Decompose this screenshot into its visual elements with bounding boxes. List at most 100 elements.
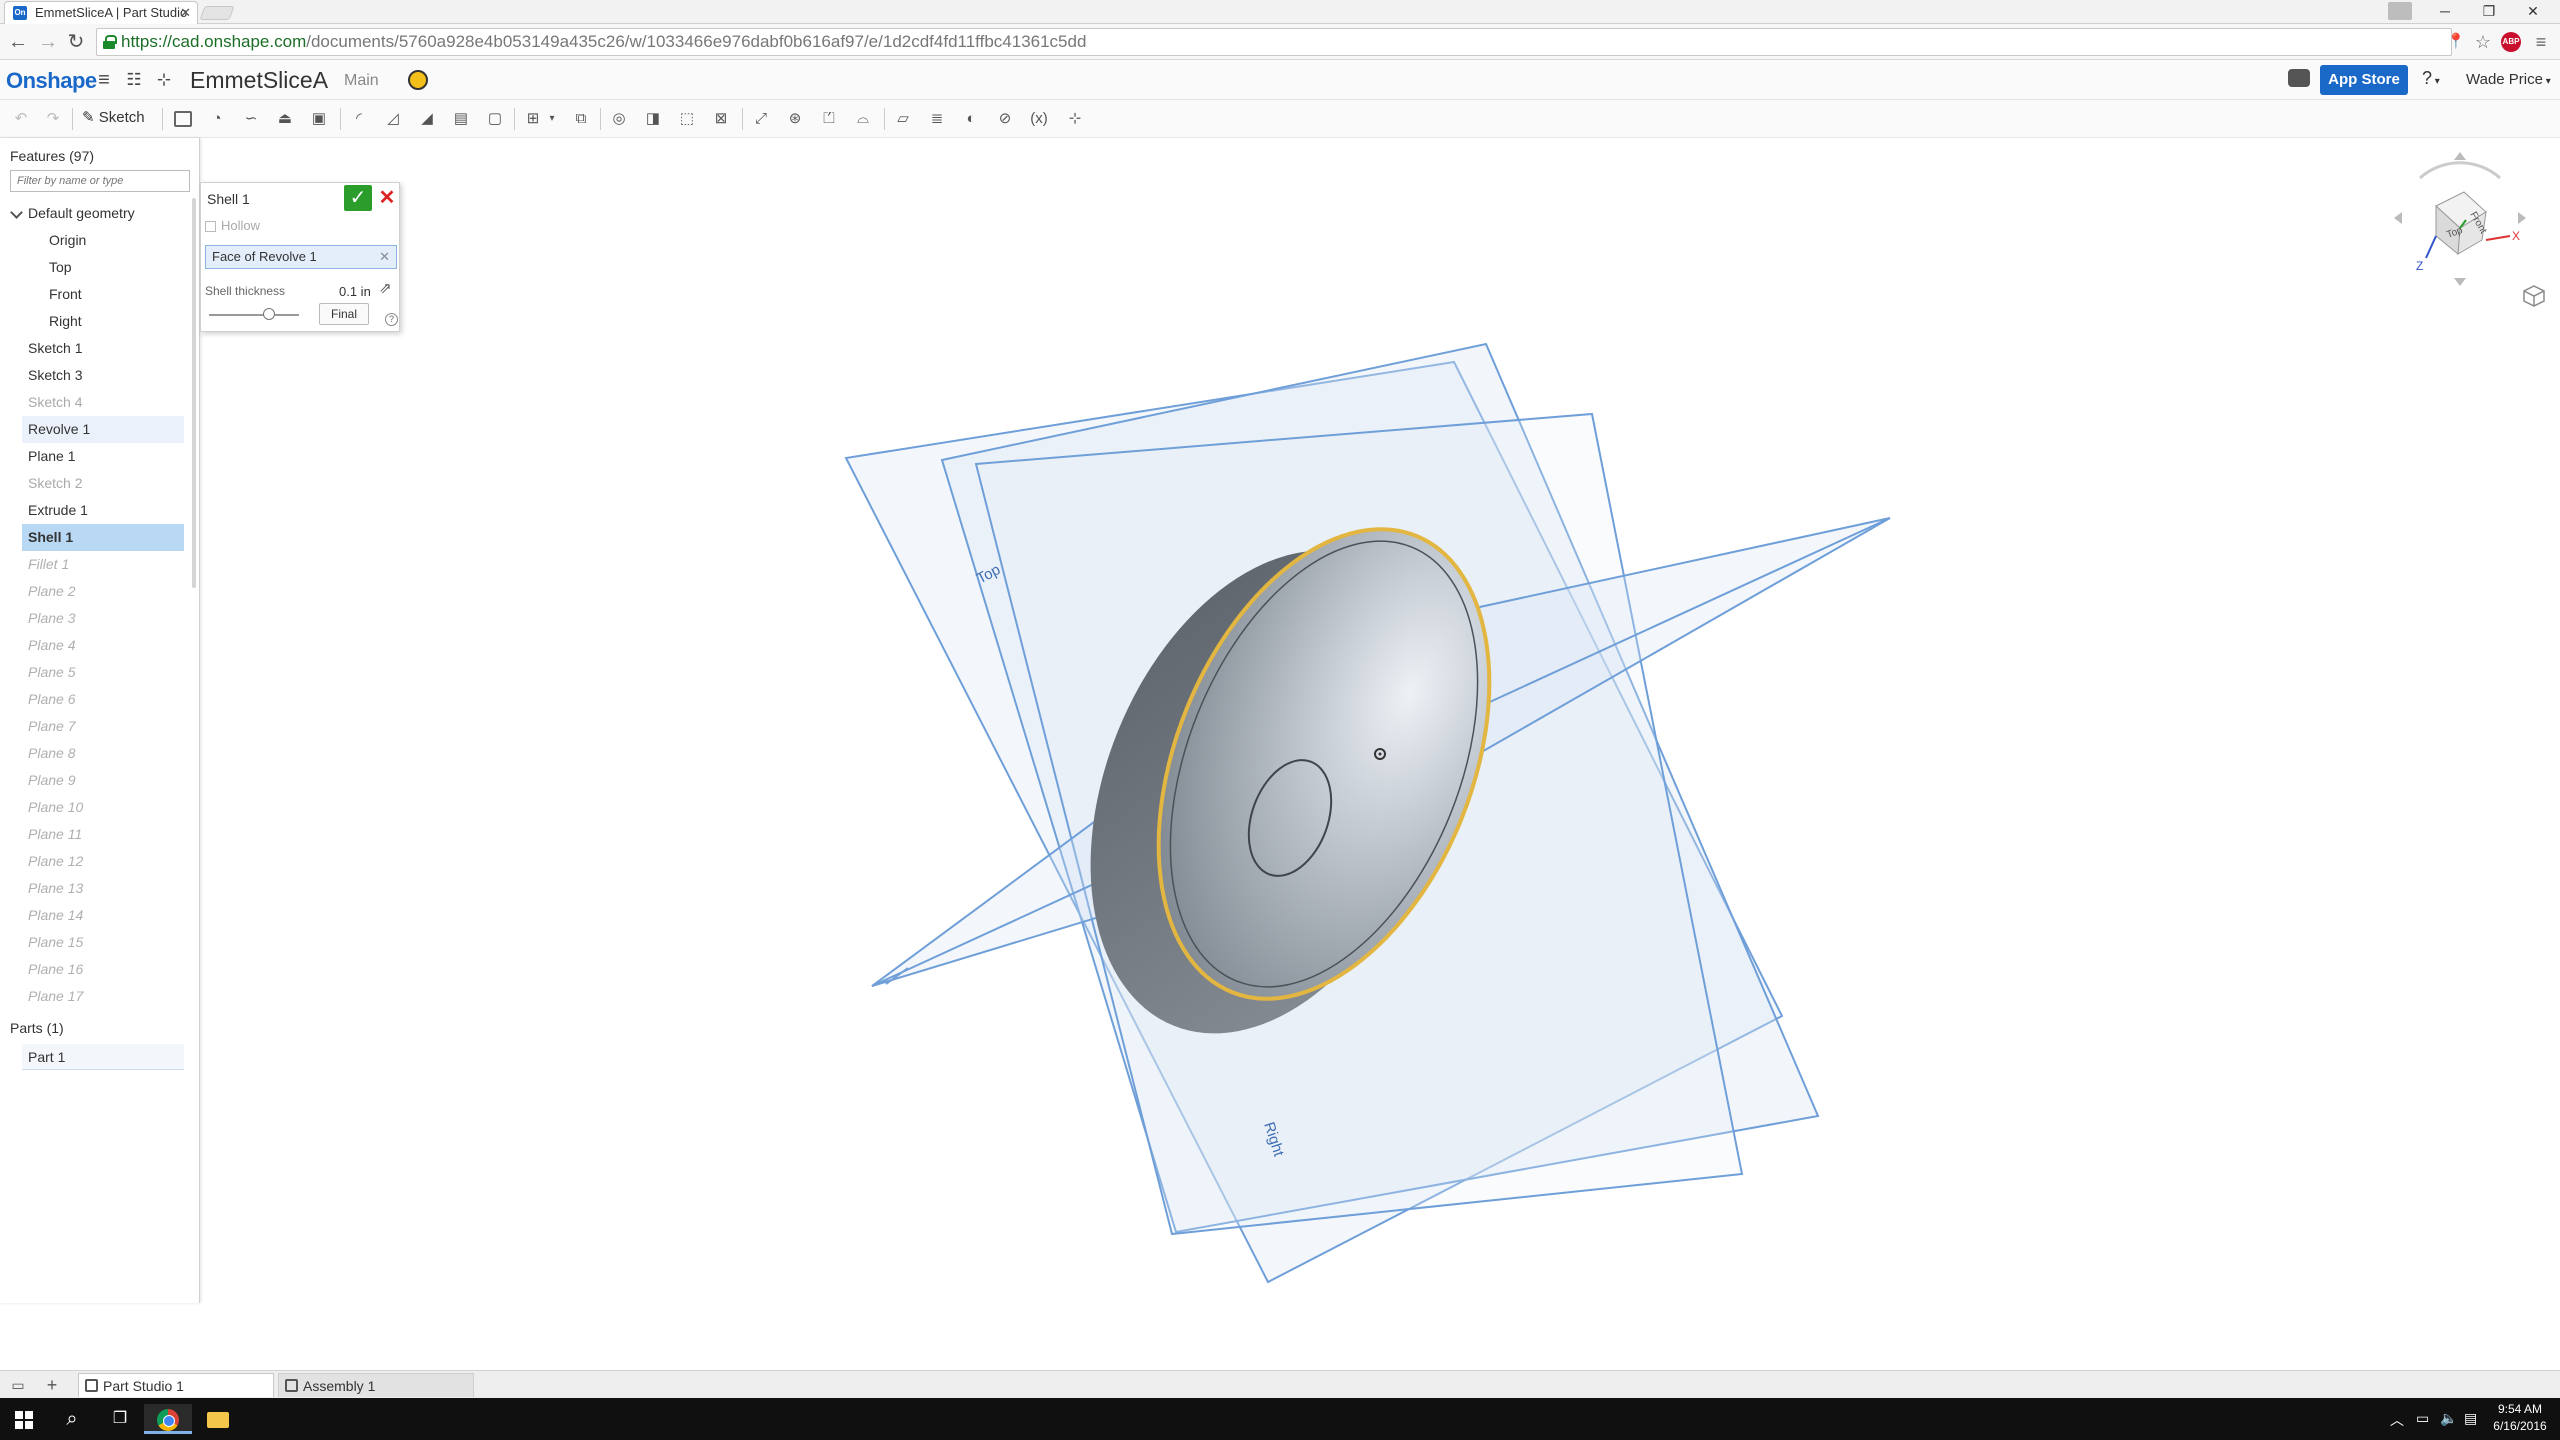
chamfer-icon[interactable]: ◿ — [382, 109, 404, 129]
rotate-left-icon[interactable] — [2394, 212, 2402, 224]
extrude-icon[interactable] — [172, 109, 194, 129]
main-menu-icon[interactable]: ≡ — [92, 68, 116, 92]
add-tab-icon[interactable]: + — [42, 1375, 62, 1395]
sweep-icon[interactable]: ∽ — [240, 109, 262, 129]
move-face-icon[interactable]: ⤢ — [750, 109, 772, 129]
boolean-icon[interactable]: ◎ — [608, 109, 630, 129]
feature-list-item[interactable]: Plane 8 — [0, 740, 190, 767]
public-document-icon[interactable] — [408, 70, 428, 90]
split-icon[interactable]: ◨ — [642, 109, 664, 129]
transform-icon[interactable]: ⬚ — [676, 109, 698, 129]
bookmark-star-icon[interactable]: ☆ — [2470, 30, 2496, 54]
restore-window-icon[interactable]: ❐ — [2466, 0, 2512, 24]
feature-list-item[interactable]: Origin — [0, 227, 190, 254]
section-view-icon[interactable]: ⊘ — [994, 109, 1016, 129]
system-clock[interactable]: 9:54 AM 6/16/2016 — [2488, 1401, 2552, 1435]
feature-list-item[interactable]: Sketch 2 — [0, 470, 190, 497]
feature-list-item[interactable]: Right — [0, 308, 190, 335]
new-tab-button[interactable] — [199, 6, 235, 20]
rib-icon[interactable]: ▤ — [450, 109, 472, 129]
rotate-right-icon[interactable] — [2518, 212, 2526, 224]
plane-icon[interactable]: ▱ — [892, 109, 914, 129]
rotate-up-icon[interactable] — [2454, 152, 2466, 160]
graphics-viewport[interactable]: Top Right Top Front X Z — [200, 138, 2560, 1370]
tab-part-studio-1[interactable]: Part Studio 1 — [78, 1373, 274, 1397]
feature-list-item[interactable]: Plane 13 — [0, 875, 190, 902]
task-view-icon[interactable]: ❐ — [96, 1404, 144, 1434]
feature-list-item[interactable]: Fillet 1 — [0, 551, 190, 578]
feature-list-item[interactable]: Plane 11 — [0, 821, 190, 848]
feature-list-item[interactable]: Plane 1 — [0, 443, 190, 470]
part-list-item[interactable]: Part 1 — [22, 1044, 184, 1070]
fillet-icon[interactable]: ◜ — [348, 109, 370, 129]
feature-list-scrollbar[interactable] — [192, 198, 196, 588]
close-tab-icon[interactable]: ✕ — [180, 2, 191, 24]
feature-list-item[interactable]: Plane 14 — [0, 902, 190, 929]
view-mode-icon[interactable] — [2522, 284, 2546, 308]
pin-icon[interactable]: 📍 — [2443, 30, 2469, 54]
reload-icon[interactable]: ↻ — [64, 30, 88, 54]
variable-icon[interactable]: (x) — [1026, 109, 1052, 129]
feature-list-item[interactable]: Shell 1 — [22, 524, 184, 551]
feature-list-item[interactable]: Plane 12 — [0, 848, 190, 875]
feature-list-item[interactable]: Plane 3 — [0, 605, 190, 632]
mate-connector-icon[interactable]: ≣ — [926, 109, 948, 129]
measure-icon[interactable]: ◐ — [960, 109, 982, 129]
feature-list-item[interactable]: Plane 15 — [0, 929, 190, 956]
show-hidden-icons-icon[interactable]: ︿ — [2390, 1410, 2404, 1430]
replace-face-icon[interactable]: ⊛ — [784, 109, 806, 129]
thicken-icon[interactable]: ▣ — [308, 109, 330, 129]
helix-icon[interactable]: ⌓ — [852, 109, 874, 129]
draft-icon[interactable]: ◢ — [416, 109, 438, 129]
start-button[interactable] — [0, 1404, 48, 1434]
loft-icon[interactable]: ⏏ — [274, 109, 296, 129]
comments-icon[interactable] — [2288, 69, 2310, 87]
app-store-button[interactable]: App Store — [2320, 65, 2408, 95]
feature-filter-input[interactable] — [10, 170, 190, 192]
feature-list-item[interactable]: Revolve 1 — [22, 416, 184, 443]
minimize-window-icon[interactable]: ─ — [2422, 0, 2468, 24]
feature-list-toggle-icon[interactable]: ☷ — [122, 68, 146, 92]
browser-menu-icon[interactable]: ≡ — [2528, 30, 2554, 54]
feature-list-item[interactable]: Plane 5 — [0, 659, 190, 686]
workspace-branch[interactable]: Main — [344, 72, 379, 90]
feature-list-item[interactable]: Extrude 1 — [0, 497, 190, 524]
sketch-button[interactable]: ✎ Sketch — [82, 108, 145, 126]
pattern-icon[interactable]: ⊞ — [522, 109, 544, 129]
notifications-icon[interactable]: ▤ — [2464, 1410, 2477, 1427]
feature-list-item[interactable]: Plane 2 — [0, 578, 190, 605]
document-title[interactable]: EmmetSliceA — [190, 67, 328, 94]
file-explorer-taskbar-button[interactable] — [194, 1404, 242, 1434]
browser-profile-icon[interactable] — [2388, 2, 2412, 20]
offset-surface-icon[interactable]: ⏍ — [818, 109, 840, 129]
feature-list-item[interactable]: Front — [0, 281, 190, 308]
adblock-icon[interactable]: ABP — [2501, 32, 2521, 52]
feature-list-item[interactable]: Plane 10 — [0, 794, 190, 821]
onshape-logo[interactable]: Onshape — [6, 68, 97, 94]
view-cube[interactable]: Top Front X Z — [2390, 148, 2530, 288]
close-window-icon[interactable]: ✕ — [2510, 0, 2556, 24]
feature-list-item[interactable]: Plane 6 — [0, 686, 190, 713]
feature-list-item[interactable]: Default geometry — [0, 200, 190, 227]
model-scene[interactable]: Top Right — [200, 138, 2560, 1370]
help-menu-button[interactable]: ? ▾ — [2422, 68, 2440, 89]
search-icon[interactable]: ⌕ — [48, 1404, 96, 1434]
browser-tab[interactable]: On EmmetSliceA | Part Studio ✕ — [4, 1, 198, 24]
chevron-down-icon[interactable]: ▾ — [546, 109, 558, 129]
feature-list-item[interactable]: Sketch 3 — [0, 362, 190, 389]
tab-assembly-1[interactable]: Assembly 1 — [278, 1373, 474, 1397]
feature-list-item[interactable]: Plane 4 — [0, 632, 190, 659]
undo-icon[interactable]: ↶ — [10, 109, 32, 129]
chrome-taskbar-button[interactable] — [144, 1404, 192, 1434]
network-icon[interactable]: ▭ — [2416, 1410, 2429, 1427]
add-custom-feature-icon[interactable]: ⊹ — [1064, 109, 1086, 129]
feature-list-item[interactable]: Plane 17 — [0, 983, 190, 1010]
url-field[interactable]: https://cad.onshape.com/documents/5760a9… — [96, 28, 2452, 56]
feature-list-item[interactable]: Plane 16 — [0, 956, 190, 983]
forward-icon[interactable]: → — [36, 30, 60, 54]
rotate-arc[interactable] — [2419, 161, 2501, 180]
user-menu[interactable]: Wade Price ▾ — [2466, 71, 2551, 88]
feature-list-item[interactable]: Plane 9 — [0, 767, 190, 794]
rotate-down-icon[interactable] — [2454, 278, 2466, 286]
insert-icon[interactable]: ⊹ — [152, 68, 176, 92]
